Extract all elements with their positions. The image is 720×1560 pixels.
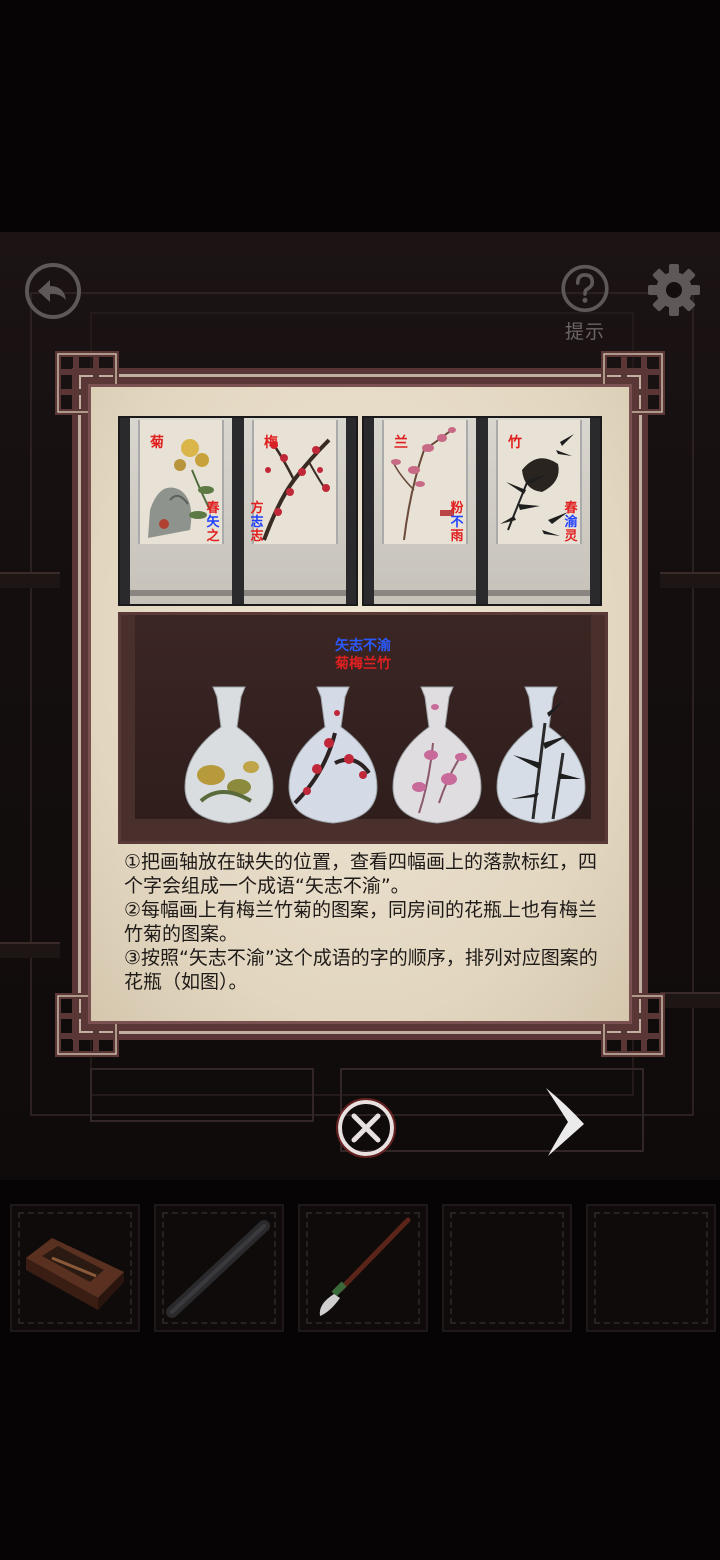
scroll-rod <box>130 590 232 596</box>
side-char: 粉 <box>450 501 464 516</box>
side-char: 春 <box>206 501 220 516</box>
scroll-painting-orchid: 兰 粉 不 雨 <box>374 418 476 604</box>
side-char: 志 <box>250 515 264 530</box>
vase-shelf-image: 矢志不渝 菊梅兰竹 <box>118 612 608 844</box>
inventory-slot-empty[interactable] <box>442 1204 572 1332</box>
chevron-right-icon <box>546 1088 584 1156</box>
vase-caption-order: 菊梅兰竹 <box>335 656 391 672</box>
inventory-slot-scroll-rod[interactable] <box>154 1204 284 1332</box>
matchbox-icon <box>26 1238 124 1310</box>
close-button[interactable] <box>334 1096 398 1160</box>
painting-top-char: 菊 <box>150 435 164 451</box>
side-char: 志 <box>250 529 264 544</box>
scroll-painting-group: 兰 粉 不 雨 竹 春 渝 灵 <box>362 416 602 606</box>
lower-drawer <box>90 1068 314 1122</box>
scroll-rod <box>488 590 590 596</box>
vase-caption-idiom: 矢志不渝 <box>335 638 391 654</box>
plum-vase-icon <box>288 686 378 824</box>
hint-dialog: 菊 春 矢 之 梅 方 志 志 兰 粉 不 雨 竹 春 渝 灵 矢志不渝 菊梅兰… <box>52 348 668 1060</box>
settings-button[interactable] <box>644 260 704 320</box>
painting-top-char: 兰 <box>394 435 408 451</box>
shelf-board <box>660 992 720 1008</box>
question-mark-icon <box>561 264 609 313</box>
shelf-board <box>0 572 60 588</box>
next-page-button[interactable] <box>538 1084 592 1160</box>
shelf-board <box>0 942 60 958</box>
close-circle-icon <box>336 1098 396 1158</box>
instruction-step: ③按照“矢志不渝”这个成语的字的顺序，排列对应图案的花瓶（如图）。 <box>124 947 598 993</box>
painting-top-char: 竹 <box>508 435 522 451</box>
scroll-painting-group: 菊 春 矢 之 梅 方 志 志 <box>118 416 358 606</box>
painting-side-chars: 春 渝 灵 <box>564 502 578 544</box>
inventory-slot-matchbox[interactable] <box>10 1204 140 1332</box>
side-char: 雨 <box>450 529 464 544</box>
hint-label: 提示 <box>564 321 605 343</box>
instruction-step: ①把画轴放在缺失的位置，查看四幅画上的落款标红，四个字会组成一个成语“矢志不渝”… <box>124 851 598 897</box>
scroll-painting-plum: 梅 方 志 志 <box>244 418 346 604</box>
side-char: 矢 <box>206 515 220 530</box>
instruction-text: ①把画轴放在缺失的位置，查看四幅画上的落款标红，四个字会组成一个成语“矢志不渝”… <box>124 850 604 994</box>
side-char: 方 <box>250 501 264 516</box>
side-char: 不 <box>450 515 464 530</box>
gear-icon <box>648 264 700 316</box>
scroll-rod-icon <box>166 1220 270 1318</box>
scroll-painting-chrysanthemum: 菊 春 矢 之 <box>130 418 232 604</box>
back-arrow-icon <box>25 263 81 319</box>
scroll-painting-bamboo: 竹 春 渝 灵 <box>488 418 590 604</box>
inventory-slot-brush[interactable] <box>298 1204 428 1332</box>
scroll-rod <box>374 590 476 596</box>
side-char: 渝 <box>564 515 578 530</box>
side-char: 之 <box>206 529 220 544</box>
instruction-step: ②每幅画上有梅兰竹菊的图案，同房间的花瓶上也有梅兰竹菊的图案。 <box>124 899 598 945</box>
painting-side-chars: 粉 不 雨 <box>450 502 464 544</box>
brush-icon <box>319 1217 411 1316</box>
side-char: 灵 <box>564 529 578 544</box>
bamboo-vase-icon <box>496 686 586 824</box>
shelf-board <box>660 572 720 588</box>
inventory-slot-empty[interactable] <box>586 1204 716 1332</box>
hint-button[interactable]: 提示 <box>556 264 614 344</box>
inventory-bar <box>0 1200 720 1332</box>
orchid-vase-icon <box>392 686 482 824</box>
chrysanthemum-vase-icon <box>184 686 274 824</box>
back-button[interactable] <box>24 262 82 320</box>
scroll-rod <box>244 590 346 596</box>
painting-side-chars: 方 志 志 <box>250 502 264 544</box>
painting-top-char: 梅 <box>264 435 278 451</box>
side-char: 春 <box>564 501 578 516</box>
painting-side-chars: 春 矢 之 <box>206 502 220 544</box>
